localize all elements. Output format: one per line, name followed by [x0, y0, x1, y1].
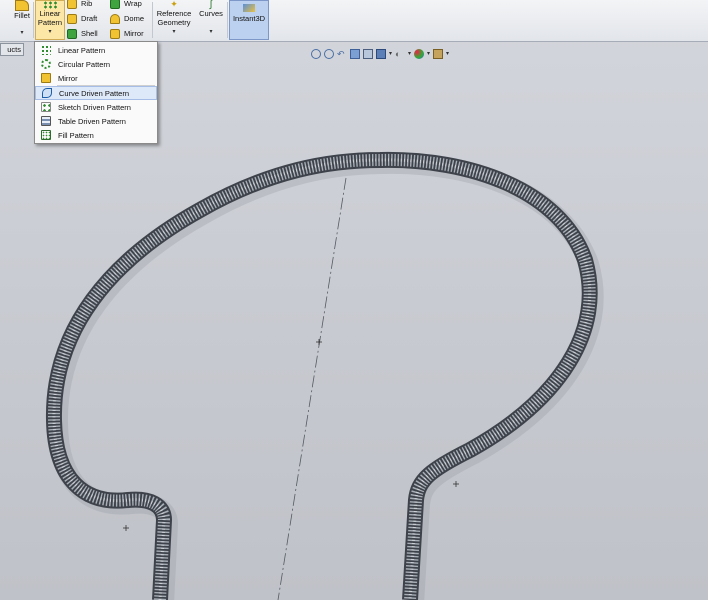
draft-label: Draft: [81, 14, 98, 23]
curves-icon: ∫: [209, 0, 213, 10]
fill-pattern-icon: [41, 130, 51, 140]
heads-up-view-toolbar: ↶ ▾ ◐ ▾ ▾ ▾: [311, 47, 449, 61]
shell-button[interactable]: Shell: [67, 26, 98, 41]
view-orientation-icon[interactable]: [363, 49, 373, 59]
dome-icon: [110, 13, 120, 24]
dome-label: Dome: [124, 14, 145, 23]
spring-highlight: [52, 158, 592, 600]
menu-item-curve-driven-pattern[interactable]: Curve Driven Pattern: [35, 86, 157, 100]
construction-centerline: [277, 177, 347, 600]
fillet-icon: [15, 0, 29, 11]
menu-item-label: Table Driven Pattern: [58, 116, 126, 126]
reference-geometry-dropdown-arrow[interactable]: ▾: [172, 28, 175, 36]
reference-geometry-label: Reference Geometry: [156, 9, 192, 27]
hide-show-icon[interactable]: ◐: [395, 49, 405, 59]
sketch-point-left[interactable]: [123, 525, 129, 531]
fillet-button[interactable]: Fillet ▾: [11, 0, 33, 37]
reference-geometry-icon: ✦: [170, 0, 178, 9]
menu-item-label: Sketch Driven Pattern: [58, 102, 131, 112]
ribbon-separator: [227, 2, 228, 38]
menu-item-label: Circular Pattern: [58, 59, 111, 69]
edit-appearance-icon[interactable]: [414, 49, 425, 59]
ribbon-separator: [152, 2, 153, 38]
instant3d-button[interactable]: Instant3D: [229, 0, 269, 40]
sketch-point-center[interactable]: [316, 339, 322, 345]
rib-icon: [67, 0, 77, 9]
spring-shadow: [47, 153, 604, 600]
menu-item-mirror[interactable]: Mirror: [35, 71, 157, 85]
pattern-dropdown-menu: Linear Pattern Circular Pattern Mirror C…: [34, 41, 158, 144]
curves-label: Curves: [199, 9, 223, 18]
tab-products[interactable]: ucts: [0, 43, 24, 56]
menu-item-label: Fill Pattern: [58, 130, 94, 140]
apply-scene-icon[interactable]: [433, 49, 444, 59]
apply-scene-dropdown-icon[interactable]: ▾: [446, 50, 449, 58]
reference-geometry-button[interactable]: ✦ Reference Geometry ▾: [154, 0, 194, 36]
circular-pattern-icon: [41, 59, 51, 69]
rib-button[interactable]: Rib: [67, 0, 92, 11]
mirror-icon: [110, 28, 120, 39]
curve-driven-pattern-icon: [42, 88, 52, 98]
spring-body: [45, 151, 598, 600]
menu-item-sketch-driven-pattern[interactable]: Sketch Driven Pattern: [35, 100, 157, 114]
draft-button[interactable]: Draft: [67, 11, 97, 26]
sketch-point-right[interactable]: [453, 481, 459, 487]
sketch-driven-pattern-icon: [41, 102, 51, 112]
wrap-icon: [110, 0, 120, 9]
linear-pattern-button[interactable]: Linear Pattern ▾: [35, 0, 65, 40]
instant3d-icon: [243, 4, 255, 12]
fillet-label: Fillet: [14, 11, 30, 20]
zoom-to-area-icon[interactable]: [324, 49, 334, 59]
edit-appearance-dropdown-icon[interactable]: ▾: [427, 50, 430, 58]
mirror-button[interactable]: Mirror: [110, 26, 144, 41]
instant3d-label: Instant3D: [232, 14, 266, 23]
curves-button[interactable]: ∫ Curves ▾: [196, 0, 226, 36]
menu-item-fill-pattern[interactable]: Fill Pattern: [35, 128, 157, 142]
shell-label: Shell: [81, 29, 98, 38]
menu-item-label: Linear Pattern: [58, 45, 106, 55]
linear-pattern-label: Linear Pattern: [37, 9, 63, 27]
draft-icon: [67, 13, 77, 24]
hide-show-dropdown-icon[interactable]: ▾: [408, 50, 411, 58]
linear-pattern-dropdown-arrow[interactable]: ▾: [48, 28, 51, 36]
display-style-icon[interactable]: [376, 49, 386, 59]
dome-button[interactable]: Dome: [110, 11, 144, 26]
menu-item-label: Curve Driven Pattern: [59, 88, 130, 98]
previous-view-icon[interactable]: ↶: [337, 49, 347, 59]
section-view-icon[interactable]: [350, 49, 360, 59]
menu-item-label: Mirror: [58, 73, 78, 83]
mirror-icon: [41, 73, 51, 83]
table-driven-pattern-icon: [41, 116, 51, 126]
zoom-to-fit-icon[interactable]: [311, 49, 321, 59]
curves-dropdown-arrow[interactable]: ▾: [209, 28, 212, 36]
mirror-label: Mirror: [124, 29, 144, 38]
command-manager-ribbon: Fillet ▾ Linear Pattern ▾ Rib Draft Shel…: [0, 0, 708, 42]
linear-pattern-icon: [43, 1, 57, 9]
menu-item-table-driven-pattern[interactable]: Table Driven Pattern: [35, 114, 157, 128]
wrap-label: Wrap: [124, 0, 142, 8]
wrap-button[interactable]: Wrap: [110, 0, 142, 11]
menu-item-linear-pattern[interactable]: Linear Pattern: [35, 43, 157, 57]
rib-label: Rib: [81, 0, 93, 8]
ribbon-separator: [33, 2, 34, 38]
spring-coils: [47, 153, 596, 600]
display-style-dropdown-icon[interactable]: ▾: [389, 50, 392, 58]
shell-icon: [67, 28, 77, 39]
fillet-dropdown-arrow[interactable]: ▾: [20, 29, 23, 37]
menu-item-circular-pattern[interactable]: Circular Pattern: [35, 57, 157, 71]
linear-pattern-icon: [41, 45, 51, 55]
